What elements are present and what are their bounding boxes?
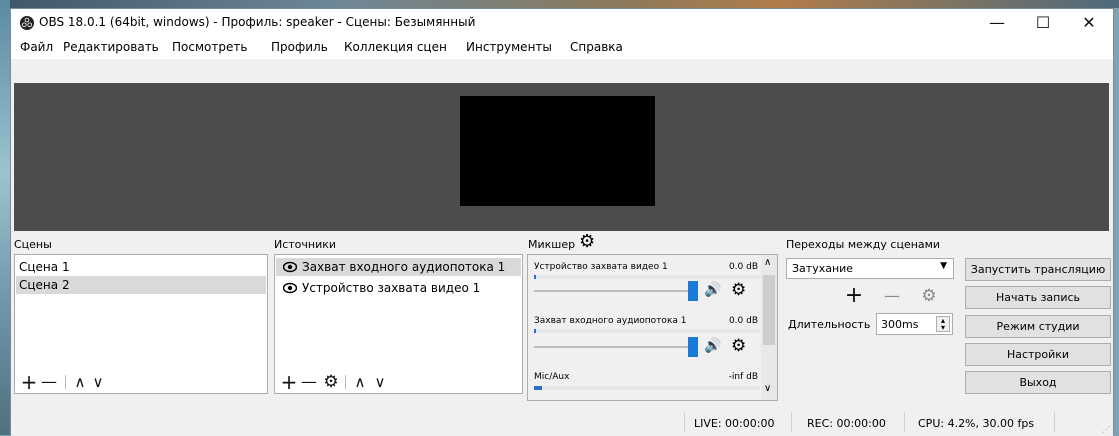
window-title: OBS 18.0.1 (64bit, windows) - Профиль: s… — [39, 15, 476, 29]
channel-settings-gear-icon[interactable]: ⚙ — [731, 336, 746, 356]
status-divider — [684, 412, 685, 432]
transition-select[interactable]: Затухание ▼ — [786, 258, 954, 279]
menu-scene-collection[interactable]: Коллекция сцен — [344, 40, 447, 54]
transition-select-value: Затухание — [792, 262, 854, 275]
volume-slider-track[interactable] — [534, 346, 689, 348]
volume-slider-track[interactable] — [534, 290, 689, 292]
spin-arrows-icon[interactable]: ▴ ▾ — [936, 316, 950, 332]
desktop-background-left — [0, 0, 10, 435]
status-divider — [904, 412, 905, 432]
move-source-up-icon[interactable]: ∧ — [351, 371, 369, 393]
visibility-eye-icon[interactable] — [283, 261, 297, 273]
list-item[interactable]: Захват входного аудиопотока 1 — [276, 258, 521, 276]
remove-source-icon[interactable]: — — [299, 371, 319, 393]
menu-tools[interactable]: Инструменты — [466, 40, 552, 54]
resize-grip-icon[interactable]: ⋰ — [1102, 425, 1110, 434]
mixer-channel-db: -inf dB — [728, 372, 758, 382]
exit-button[interactable]: Выход — [965, 371, 1111, 394]
list-item[interactable]: Устройство захвата видео 1 — [276, 279, 521, 297]
add-scene-icon[interactable]: + — [19, 371, 39, 393]
volume-slider-handle[interactable] — [688, 281, 698, 301]
preview-area[interactable] — [14, 83, 1109, 231]
mixer-panel: Устройство захвата видео 1 0.0 dB 🔊 ⚙ За… — [527, 254, 778, 401]
volume-meter — [534, 329, 760, 333]
mixer-label: Микшер — [528, 238, 576, 251]
mixer-settings-icon[interactable]: ⚙ — [579, 231, 595, 252]
mixer-channel-name: Mic/Aux — [534, 372, 570, 382]
move-scene-down-icon[interactable]: ∨ — [89, 371, 107, 393]
sources-list[interactable]: Захват входного аудиопотока 1 Устройство… — [274, 254, 523, 394]
list-item[interactable]: Сцена 1 — [16, 258, 266, 276]
duration-label: Длительность — [788, 318, 871, 331]
toolbar-divider — [65, 375, 66, 389]
start-recording-button[interactable]: Начать запись — [965, 286, 1111, 309]
mixer-channel-name: Устройство захвата видео 1 — [534, 262, 668, 272]
mixer-channel-db: 0.0 dB — [728, 262, 758, 272]
sources-label: Источники — [274, 238, 337, 251]
maximize-button[interactable]: ☐ — [1020, 9, 1066, 37]
title-bar[interactable]: OBS 18.0.1 (64bit, windows) - Профиль: s… — [11, 9, 1113, 37]
scenes-label: Сцены — [14, 238, 52, 251]
source-properties-gear-icon[interactable]: ⚙ — [321, 371, 341, 393]
mixer-scrollbar[interactable]: ∧ ∨ — [761, 255, 777, 400]
scroll-down-icon[interactable]: ∨ — [764, 383, 771, 394]
status-bar: LIVE: 00:00:00 REC: 00:00:00 CPU: 4.2%, … — [11, 409, 1113, 436]
studio-mode-button[interactable]: Режим студии — [965, 315, 1111, 338]
sources-toolbar: + — ⚙ ∧ ∨ — [279, 371, 519, 393]
status-divider — [791, 412, 792, 432]
live-timer: LIVE: 00:00:00 — [694, 417, 775, 430]
desktop-background-top — [0, 0, 1119, 8]
visibility-eye-icon[interactable] — [283, 282, 297, 294]
settings-button[interactable]: Настройки — [965, 343, 1111, 366]
status-divider — [1054, 412, 1055, 432]
menu-help[interactable]: Справка — [570, 40, 623, 54]
menu-file[interactable]: Файл — [20, 40, 53, 54]
remove-scene-icon[interactable]: — — [39, 371, 59, 393]
source-label: Захват входного аудиопотока 1 — [302, 260, 506, 274]
add-transition-icon[interactable]: + — [843, 285, 865, 307]
mixer-channel-name: Захват входного аудиопотока 1 — [534, 316, 687, 326]
menu-bar: Файл Редактировать Посмотреть Профиль Ко… — [11, 37, 1113, 59]
toolbar-divider — [345, 375, 346, 389]
cpu-fps-status: CPU: 4.2%, 30.00 fps — [918, 417, 1035, 430]
volume-meter — [534, 275, 760, 279]
scenes-toolbar: + — ∧ ∨ — [19, 371, 267, 393]
remove-transition-icon[interactable]: — — [881, 285, 903, 307]
close-button[interactable]: ✕ — [1066, 9, 1112, 37]
speaker-mute-icon[interactable]: 🔊 — [704, 338, 721, 354]
move-source-down-icon[interactable]: ∨ — [371, 371, 389, 393]
source-label: Устройство захвата видео 1 — [302, 281, 481, 295]
chevron-down-icon: ▼ — [940, 261, 947, 271]
add-source-icon[interactable]: + — [279, 371, 299, 393]
list-item[interactable]: Сцена 2 — [16, 276, 266, 294]
preview-canvas — [460, 96, 655, 206]
volume-slider-handle[interactable] — [688, 337, 698, 357]
scenes-list[interactable]: Сцена 1 Сцена 2 + — ∧ ∨ — [14, 254, 268, 394]
recording-timer: REC: 00:00:00 — [807, 417, 886, 430]
obs-main-window: OBS 18.0.1 (64bit, windows) - Профиль: s… — [10, 8, 1114, 436]
speaker-mute-icon[interactable]: 🔊 — [704, 282, 721, 298]
start-streaming-button[interactable]: Запустить трансляцию — [965, 258, 1111, 281]
scrollbar-thumb[interactable] — [763, 275, 775, 345]
duration-value: 300ms — [881, 318, 919, 331]
menu-profile[interactable]: Профиль — [271, 40, 328, 54]
volume-meter — [534, 386, 760, 390]
mixer-channel-db: 0.0 dB — [728, 316, 758, 326]
menu-view[interactable]: Посмотреть — [172, 40, 247, 54]
minimize-button[interactable]: — — [974, 9, 1020, 37]
transition-properties-gear-icon[interactable]: ⚙ — [918, 285, 940, 307]
channel-settings-gear-icon[interactable]: ⚙ — [731, 280, 746, 300]
obs-logo-icon — [20, 16, 34, 30]
duration-spinbox[interactable]: 300ms ▴ ▾ — [876, 313, 953, 335]
move-scene-up-icon[interactable]: ∧ — [71, 371, 89, 393]
scroll-up-icon[interactable]: ∧ — [764, 257, 771, 268]
transitions-label: Переходы между сценами — [786, 238, 941, 251]
menu-edit[interactable]: Редактировать — [63, 40, 159, 54]
